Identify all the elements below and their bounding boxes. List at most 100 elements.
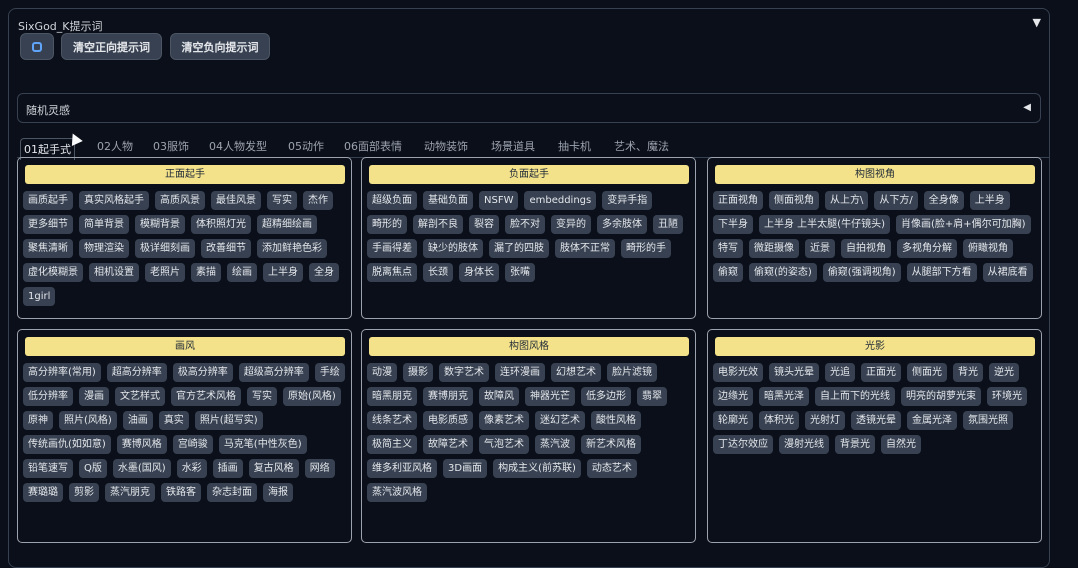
- prompt-chip[interactable]: 暗黑光泽: [759, 387, 809, 406]
- clear-positive-prompt-button[interactable]: 清空正向提示词: [61, 33, 162, 60]
- prompt-chip[interactable]: 全身: [309, 263, 339, 282]
- prompt-chip[interactable]: 自拍视角: [841, 239, 891, 258]
- prompt-chip[interactable]: 上半身: [969, 191, 1010, 210]
- prompt-chip[interactable]: 手绘: [314, 363, 345, 382]
- prompt-chip[interactable]: 聚焦清晰: [23, 239, 73, 258]
- prompt-chip[interactable]: 体积照灯光: [191, 215, 251, 234]
- prompt-chip[interactable]: 丑陋: [653, 215, 683, 234]
- prompt-chip[interactable]: 气泡艺术: [479, 435, 529, 454]
- prompt-chip[interactable]: 背景光: [835, 435, 875, 454]
- prompt-chip[interactable]: 杰作: [303, 191, 333, 210]
- prompt-chip[interactable]: 文艺样式: [115, 387, 165, 406]
- prompt-chip[interactable]: 光射灯: [805, 411, 845, 430]
- prompt-chip[interactable]: 水墨(国风): [112, 459, 171, 478]
- prompt-chip[interactable]: 3D画面: [443, 459, 488, 478]
- prompt-chip[interactable]: 体积光: [759, 411, 799, 430]
- prompt-chip[interactable]: 维多利亚风格: [367, 459, 437, 478]
- prompt-chip[interactable]: 摄影: [403, 363, 433, 382]
- prompt-chip[interactable]: 超级负面: [367, 191, 417, 210]
- prompt-chip[interactable]: 侧面光: [907, 363, 947, 382]
- tab-05[interactable]: 05动作: [285, 138, 327, 157]
- prompt-chip[interactable]: 张嘴: [505, 263, 535, 282]
- prompt-chip[interactable]: 漏了的四肢: [489, 239, 549, 258]
- prompt-chip[interactable]: 动态艺术: [586, 459, 637, 478]
- prompt-chip[interactable]: 蒸汽波: [535, 435, 575, 454]
- prompt-chip[interactable]: 漫画: [79, 387, 109, 406]
- prompt-chip[interactable]: 畸形的: [367, 215, 407, 234]
- tab-art-magic[interactable]: 艺术、魔法: [611, 138, 672, 157]
- prompt-chip[interactable]: 俯瞰视角: [963, 239, 1013, 258]
- prompt-chip[interactable]: 近景: [805, 239, 835, 258]
- prompt-chip[interactable]: 动漫: [367, 363, 397, 382]
- prompt-chip[interactable]: 模糊背景: [135, 215, 185, 234]
- tab-06[interactable]: 06面部表情: [341, 138, 405, 157]
- tab-04[interactable]: 04人物发型: [206, 138, 270, 157]
- prompt-chip[interactable]: 极高分辨率: [172, 363, 233, 382]
- prompt-chip[interactable]: 赛博朋克: [423, 387, 473, 406]
- prompt-chip[interactable]: 从上方\: [825, 191, 869, 210]
- prompt-chip[interactable]: 蒸汽朋克: [105, 483, 155, 502]
- prompt-chip[interactable]: 马克笔(中性灰色): [218, 435, 307, 454]
- prompt-chip[interactable]: 多余肢体: [597, 215, 647, 234]
- prompt-chip[interactable]: 像素艺术: [479, 411, 529, 430]
- prompt-chip[interactable]: 写实: [247, 387, 277, 406]
- prompt-chip[interactable]: 畸形的手: [621, 239, 671, 258]
- prompt-chip[interactable]: 金属光泽: [907, 411, 957, 430]
- prompt-chip[interactable]: 氛围光照: [963, 411, 1013, 430]
- tab-animal-decor[interactable]: 动物装饰: [421, 138, 471, 157]
- prompt-chip[interactable]: 电影质感: [423, 411, 473, 430]
- prompt-chip[interactable]: 杂志封面: [207, 483, 257, 502]
- prompt-chip[interactable]: 背光: [953, 363, 983, 382]
- prompt-chip[interactable]: 新艺术风格: [581, 435, 641, 454]
- prompt-chip[interactable]: 虚化模糊景: [23, 263, 83, 282]
- prompt-chip[interactable]: embeddings: [524, 191, 597, 210]
- prompt-chip[interactable]: 赛璐璐: [23, 483, 63, 502]
- prompt-chip[interactable]: 简单背景: [79, 215, 129, 234]
- settings-button[interactable]: [20, 33, 54, 60]
- prompt-chip[interactable]: 低多边形: [581, 387, 631, 406]
- prompt-chip[interactable]: 插画: [212, 459, 243, 478]
- prompt-chip[interactable]: 上半身: [263, 263, 303, 282]
- prompt-chip[interactable]: 侧面视角: [769, 191, 819, 210]
- prompt-chip[interactable]: 高质风景: [155, 191, 205, 210]
- prompt-chip[interactable]: 从下方/: [874, 191, 918, 210]
- prompt-chip[interactable]: 脸片滤镜: [607, 363, 657, 382]
- prompt-chip[interactable]: 极简主义: [367, 435, 417, 454]
- expand-arrow-icon[interactable]: ◀: [1023, 102, 1031, 113]
- prompt-chip[interactable]: 更多细节: [23, 215, 73, 234]
- prompt-chip[interactable]: 高分辨率(常用): [23, 363, 101, 382]
- prompt-chip[interactable]: 线条艺术: [367, 411, 417, 430]
- prompt-chip[interactable]: 镜头光晕: [769, 363, 819, 382]
- prompt-chip[interactable]: 官方艺术风格: [171, 387, 241, 406]
- prompt-chip[interactable]: 多视角分解: [897, 239, 957, 258]
- prompt-chip[interactable]: 超高分辨率: [106, 363, 167, 382]
- tab-02[interactable]: 02人物: [94, 138, 136, 157]
- prompt-chip[interactable]: 铅笔速写: [23, 459, 73, 478]
- prompt-chip[interactable]: 基础负面: [423, 191, 473, 210]
- prompt-chip[interactable]: 连环漫画: [495, 363, 545, 382]
- prompt-chip[interactable]: 照片(风格): [59, 411, 117, 430]
- prompt-chip[interactable]: 极详细刻画: [135, 239, 195, 258]
- prompt-chip[interactable]: 幻想艺术: [551, 363, 601, 382]
- tab-gacha[interactable]: 抽卡机: [555, 138, 594, 157]
- prompt-chip[interactable]: 传统画仇(如如意): [23, 435, 111, 454]
- prompt-chip[interactable]: 物理渲染: [79, 239, 129, 258]
- prompt-chip[interactable]: 丁达尔效应: [713, 435, 773, 454]
- prompt-chip[interactable]: 最佳风景: [211, 191, 261, 210]
- prompt-chip[interactable]: 自然光: [881, 435, 921, 454]
- prompt-chip[interactable]: 逆光: [989, 363, 1019, 382]
- prompt-chip[interactable]: 裂容: [469, 215, 499, 234]
- prompt-chip[interactable]: 全身像: [923, 191, 964, 210]
- prompt-chip[interactable]: 1girl: [23, 287, 56, 306]
- prompt-chip[interactable]: 光追: [825, 363, 855, 382]
- prompt-chip[interactable]: 写实: [267, 191, 297, 210]
- prompt-chip[interactable]: 偷窥(的姿态): [749, 263, 817, 282]
- prompt-chip[interactable]: 从腿部下方看: [906, 263, 977, 282]
- prompt-chip[interactable]: 老照片: [145, 263, 185, 282]
- prompt-chip[interactable]: 身体长: [459, 263, 499, 282]
- prompt-chip[interactable]: 铁路客: [161, 483, 201, 502]
- prompt-chip[interactable]: 透镜光晕: [851, 411, 901, 430]
- prompt-chip[interactable]: 低分辨率: [23, 387, 73, 406]
- prompt-chip[interactable]: NSFW: [479, 191, 519, 210]
- prompt-chip[interactable]: 下半身: [713, 215, 753, 234]
